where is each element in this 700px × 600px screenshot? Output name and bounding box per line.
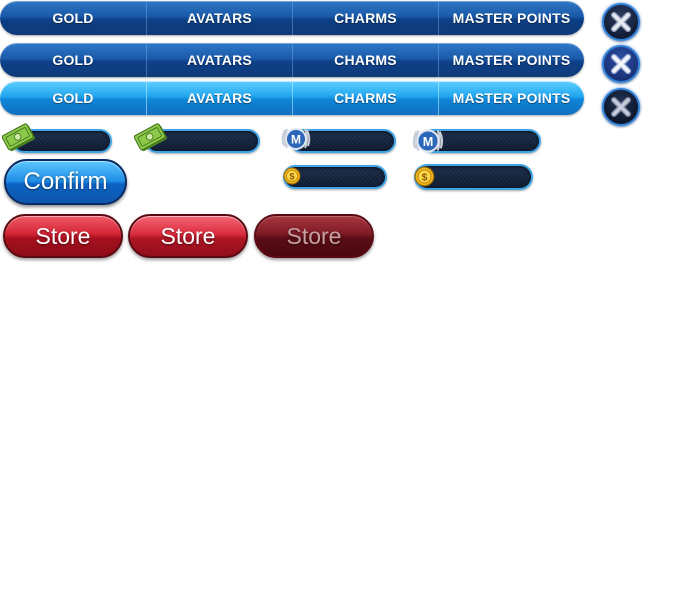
master-point-icon: M — [281, 128, 311, 150]
master-point-icon: M — [412, 129, 444, 153]
cash-icon — [134, 123, 167, 152]
tab-gold[interactable]: GOLD — [0, 1, 146, 35]
tab-avatars[interactable]: AVATARS — [146, 81, 292, 115]
tab-master-points[interactable]: MASTER POINTS — [438, 81, 584, 115]
svg-text:M: M — [423, 135, 434, 149]
close-icon — [611, 12, 631, 32]
confirm-button[interactable]: Confirm — [4, 159, 127, 205]
tab-charms[interactable]: CHARMS — [292, 1, 438, 35]
store-button-disabled[interactable]: Store — [254, 214, 374, 258]
tab-avatars[interactable]: AVATARS — [146, 43, 292, 77]
svg-text:$: $ — [289, 172, 294, 182]
tab-gold[interactable]: GOLD — [0, 81, 146, 115]
svg-text:$: $ — [422, 172, 428, 184]
tab-bar-normal: GOLD AVATARS CHARMS MASTER POINTS — [0, 1, 584, 35]
gold-coin-icon: $ — [283, 167, 301, 185]
tab-charms[interactable]: CHARMS — [292, 43, 438, 77]
close-button-pressed[interactable] — [602, 88, 640, 126]
cash-icon — [2, 123, 35, 152]
svg-text:M: M — [291, 133, 301, 147]
tab-master-points[interactable]: MASTER POINTS — [438, 43, 584, 77]
store-button-normal[interactable]: Store — [3, 214, 123, 258]
gold-coin-icon: $ — [414, 166, 435, 187]
tab-gold[interactable]: GOLD — [0, 43, 146, 77]
tab-charms[interactable]: CHARMS — [292, 81, 438, 115]
close-icon — [611, 97, 631, 117]
close-button-normal[interactable] — [602, 3, 640, 41]
close-button-hover[interactable] — [602, 45, 640, 83]
store-button-hover[interactable]: Store — [128, 214, 248, 258]
tab-master-points[interactable]: MASTER POINTS — [438, 1, 584, 35]
tab-bar-hover: GOLD AVATARS CHARMS MASTER POINTS — [0, 43, 584, 77]
close-icon — [611, 54, 631, 74]
tab-bar-selected: GOLD AVATARS CHARMS MASTER POINTS — [0, 81, 584, 115]
tab-avatars[interactable]: AVATARS — [146, 1, 292, 35]
